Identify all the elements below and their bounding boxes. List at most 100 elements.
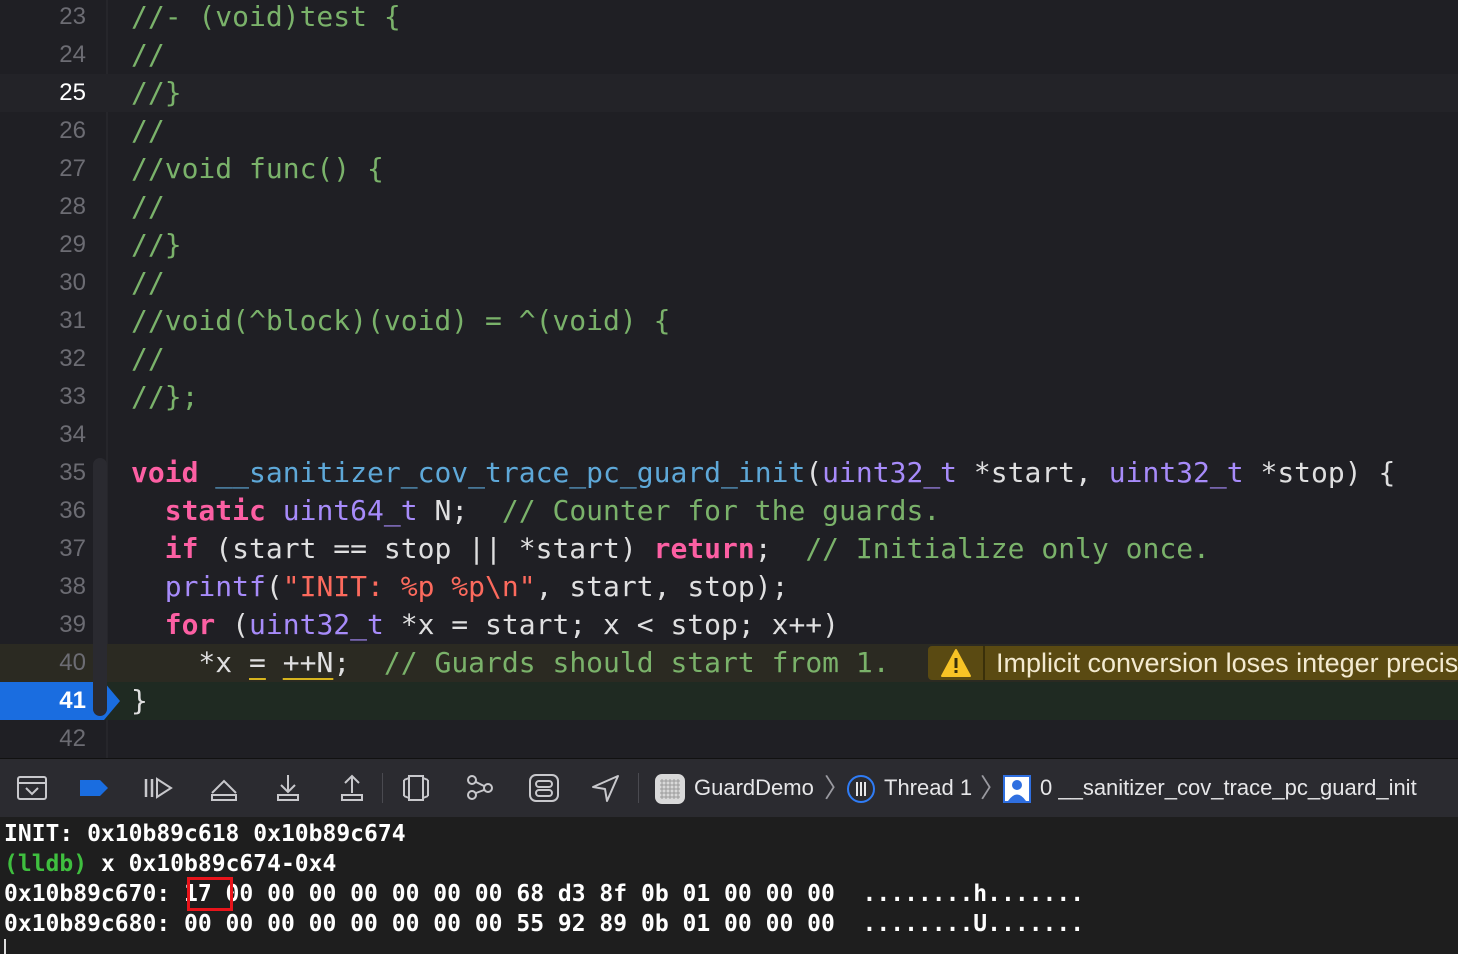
code-line-32[interactable]: 32 // [0, 340, 1458, 378]
code-text: //- (void)test { [131, 0, 401, 36]
code-token: uint32_t [1108, 456, 1244, 489]
breakpoints-toggle-button[interactable] [78, 773, 110, 803]
code-token: printf [164, 570, 266, 603]
code-line-38[interactable]: 38 printf("INIT: %p %p\n", start, stop); [0, 568, 1458, 606]
simulate-location-button[interactable] [590, 773, 622, 803]
line-number[interactable]: 38 [0, 568, 86, 606]
line-number[interactable]: 35 [0, 454, 86, 492]
line-number[interactable]: 29 [0, 226, 86, 264]
line-number[interactable]: 33 [0, 378, 86, 416]
code-token: uint64_t [282, 494, 418, 527]
hide-debug-area-icon [17, 776, 47, 800]
line-number[interactable]: 23 [0, 0, 86, 36]
code-line-40[interactable]: 40 *x = ++N; // Guards should start from… [0, 644, 1458, 682]
code-token: = [249, 646, 266, 679]
code-line-23[interactable]: 23 //- (void)test { [0, 0, 1458, 36]
source-editor[interactable]: 23//- (void)test {24//25//} 26//27//void … [0, 0, 1458, 758]
line-number[interactable]: 24 [0, 36, 86, 74]
code-line-27[interactable]: 27 //void func() { [0, 150, 1458, 188]
console-text: INIT: 0x10b89c618 0x10b89c674 [4, 821, 406, 847]
code-line-36[interactable]: 36 static uint64_t N; // Counter for the… [0, 492, 1458, 530]
code-text: //} [131, 226, 182, 264]
code-line-28[interactable]: 28 // [0, 188, 1458, 226]
line-number[interactable]: 41 [0, 682, 86, 720]
line-number[interactable]: 30 [0, 264, 86, 302]
code-token: for [164, 608, 216, 641]
step-out-button[interactable] [336, 773, 368, 803]
code-line-24[interactable]: 24 // [0, 36, 1458, 74]
lldb-prompt: (lldb) [4, 851, 88, 877]
line-number[interactable]: 27 [0, 150, 86, 188]
code-line-37[interactable]: 37 if (start == stop || *start) return; … [0, 530, 1458, 568]
code-token: // [131, 114, 165, 147]
debug-console[interactable]: INIT: 0x10b89c618 0x10b89c674 (lldb) x 0x… [0, 817, 1458, 954]
code-line-41[interactable]: 41} [0, 682, 1458, 720]
step-over-icon [211, 779, 237, 801]
warning-message: Implicit conversion loses integer precis… [996, 648, 1458, 678]
line-number[interactable]: 25 [0, 74, 86, 112]
code-text: //}; [131, 378, 198, 416]
line-number[interactable]: 40 [0, 644, 86, 682]
code-line-25[interactable]: 25 //} [0, 74, 1458, 112]
code-token: // [131, 266, 165, 299]
code-line-26[interactable]: 26 // [0, 112, 1458, 150]
hide-debug-area-button[interactable] [16, 773, 48, 803]
step-out-icon [341, 774, 363, 801]
code-text: } [131, 682, 148, 720]
code-fold-ribbon[interactable] [93, 458, 107, 716]
code-text: static uint64_t N; // Counter for the gu… [131, 492, 940, 530]
code-line-33[interactable]: 33 //}; [0, 378, 1458, 416]
console-caret[interactable] [4, 939, 6, 954]
line-number[interactable]: 42 [0, 720, 86, 758]
code-line-30[interactable]: 30 // [0, 264, 1458, 302]
code-text: // [131, 264, 165, 302]
breadcrumb-frame[interactable]: 0 __sanitizer_cov_trace_pc_guard_init [1002, 759, 1417, 817]
memory-graph-button[interactable] [464, 773, 496, 803]
line-number[interactable]: 37 [0, 530, 86, 568]
continue-button[interactable] [142, 773, 174, 803]
code-token: ( [805, 456, 823, 489]
line-number[interactable]: 32 [0, 340, 86, 378]
line-number[interactable]: 31 [0, 302, 86, 340]
console-line: (lldb) x 0x10b89c674-0x4 [4, 849, 336, 879]
warning-annotation[interactable]: Implicit conversion loses integer precis… [928, 646, 1458, 680]
line-number[interactable]: 34 [0, 416, 86, 454]
code-token: N; [417, 494, 502, 527]
code-line-29[interactable]: 29 //} [0, 226, 1458, 264]
breadcrumb-frame-label: 0 __sanitizer_cov_trace_pc_guard_init [1040, 775, 1417, 800]
code-token: ; [754, 532, 806, 565]
code-line-39[interactable]: 39 for (uint32_t *x = start; x < stop; x… [0, 606, 1458, 644]
line-number[interactable]: 36 [0, 492, 86, 530]
code-line-31[interactable]: 31 //void(^block)(void) = ^(void) { [0, 302, 1458, 340]
toolbar-divider [638, 773, 639, 803]
environment-overrides-button[interactable] [528, 773, 560, 803]
code-line-35[interactable]: 35 void __sanitizer_cov_trace_pc_guard_in… [0, 454, 1458, 492]
step-over-button[interactable] [208, 773, 240, 803]
code-text: // [131, 36, 165, 74]
code-token: "INIT: %p %p\n" [282, 570, 536, 603]
console-text: 0x10b89c670: 17 00 00 00 00 00 00 00 68 … [4, 881, 1085, 907]
view-hierarchy-button[interactable] [400, 773, 432, 803]
code-token: void [131, 456, 199, 489]
code-token: //} [131, 228, 182, 261]
code-text: for (uint32_t *x = start; x < stop; x++) [131, 606, 839, 644]
view-hierarchy-icon [403, 775, 429, 801]
code-line-34[interactable]: 34 [0, 416, 1458, 454]
line-number[interactable]: 39 [0, 606, 86, 644]
step-into-button[interactable] [272, 773, 304, 803]
code-line-42[interactable]: 42 [0, 720, 1458, 758]
console-line: 0x10b89c670: 17 00 00 00 00 00 00 00 68 … [4, 879, 1084, 909]
breadcrumb-app[interactable]: GuardDemo [654, 759, 814, 817]
code-token: // Initialize only once. [805, 532, 1210, 565]
breadcrumb-thread[interactable]: Thread 1 [846, 759, 972, 817]
app-icon [655, 774, 685, 805]
code-token: *x [131, 646, 250, 679]
warning-divider [983, 646, 985, 680]
code-token: , start, stop); [535, 570, 789, 603]
line-number[interactable]: 28 [0, 188, 86, 226]
code-token: ++N [282, 646, 334, 679]
line-number[interactable]: 26 [0, 112, 86, 150]
